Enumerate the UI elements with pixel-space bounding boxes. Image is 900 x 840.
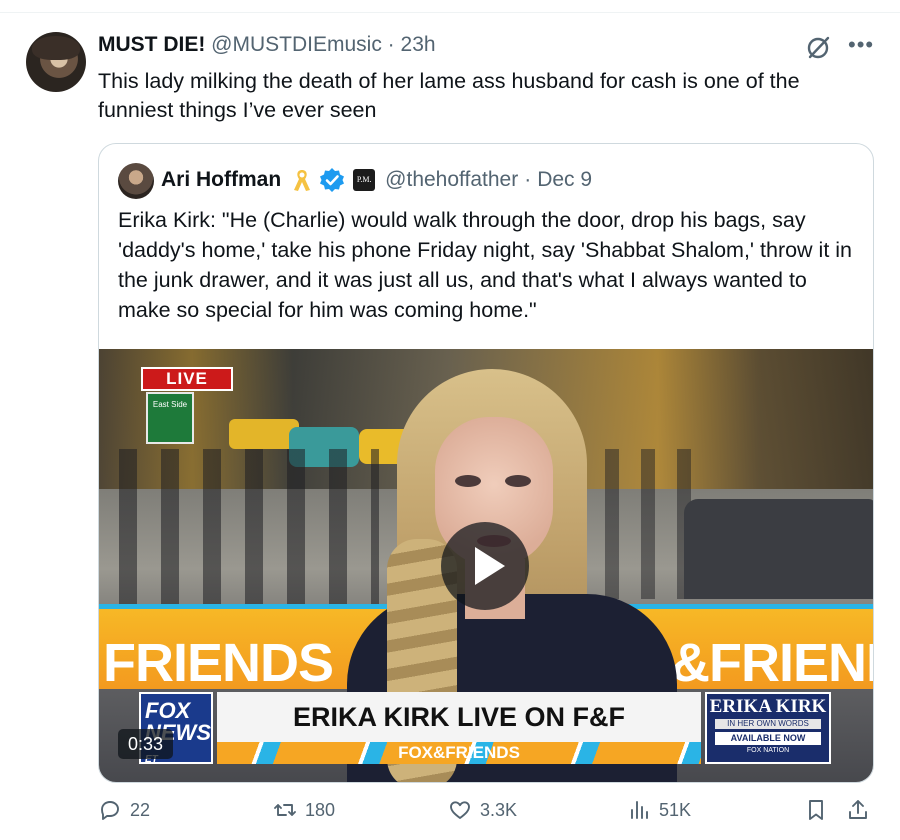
author-name[interactable]: MUST DIE! — [98, 33, 205, 56]
live-badge: LIVE — [141, 367, 233, 391]
retweet-count: 180 — [305, 799, 336, 820]
play-icon — [475, 547, 505, 585]
tweet-time[interactable]: 23h — [401, 33, 436, 56]
quoted-author-avatar[interactable] — [118, 163, 154, 199]
banner-text-right: &FRIEND — [671, 633, 873, 693]
play-button[interactable] — [441, 522, 529, 610]
like-count: 3.3K — [480, 799, 518, 820]
video-player[interactable]: LIVE East Side FRIENDS &FRIEND FOX NEWS … — [99, 349, 873, 782]
video-duration: 0:33 — [118, 729, 174, 759]
retweet-button[interactable]: 180 — [273, 798, 335, 822]
banner-text-left: FRIENDS — [103, 633, 334, 693]
top-divider — [0, 12, 900, 13]
verified-badge-icon[interactable] — [319, 167, 345, 193]
quoted-author-handle[interactable]: @thehoffather — [385, 168, 518, 192]
reply-count: 22 — [130, 799, 151, 820]
video-headline: ERIKA KIRK LIVE ON F&F — [292, 702, 625, 732]
lower-third: ERIKA KIRK LIVE ON F&F FOX&FRIENDS — [217, 692, 701, 764]
share-icon — [849, 800, 867, 819]
bookmark-icon — [809, 800, 823, 820]
more-icon[interactable]: ••• — [848, 34, 874, 60]
affiliate-badge-icon[interactable]: P.M. — [353, 169, 376, 191]
share-button[interactable] — [846, 798, 870, 822]
show-strip-label: FOX&FRIENDS — [398, 743, 520, 762]
action-bar: 22 180 3.3K 51K — [0, 798, 900, 834]
like-button[interactable]: 3.3K — [448, 798, 517, 822]
author-avatar[interactable] — [26, 32, 86, 92]
separator-dot: · — [524, 168, 532, 191]
quoted-tweet-text: Erika Kirk: "He (Charlie) would walk thr… — [118, 208, 853, 322]
grok-icon[interactable] — [804, 34, 832, 62]
heart-icon — [450, 801, 470, 819]
fox-nation-box: ERIKA KIRK IN HER OWN WORDS AVAILABLE NO… — [705, 692, 831, 764]
street-sign: East Side — [146, 392, 194, 444]
quoted-tweet-header: Ari Hoffman P.M. @thehoffather · Dec 9 — [161, 167, 592, 193]
reply-button[interactable]: 22 — [98, 798, 150, 822]
bookmark-button[interactable] — [804, 798, 828, 822]
separator-dot: · — [387, 33, 395, 56]
quoted-tweet-date[interactable]: Dec 9 — [537, 168, 592, 192]
yellow-ribbon-icon — [294, 170, 311, 191]
tweet-header: MUST DIE! @MUSTDIEmusic · 23h — [98, 33, 436, 57]
quoted-author-name[interactable]: Ari Hoffman — [161, 168, 281, 192]
reply-icon — [101, 801, 119, 820]
retweet-icon — [274, 804, 296, 816]
views-count: 51K — [659, 799, 692, 820]
tweet-text: This lady milking the death of her lame … — [98, 69, 800, 122]
views-button[interactable]: 51K — [627, 798, 691, 822]
author-handle[interactable]: @MUSTDIEmusic — [211, 33, 382, 56]
views-icon — [631, 801, 648, 819]
quoted-tweet[interactable]: Ari Hoffman P.M. @thehoffather · Dec 9 E… — [98, 143, 874, 783]
